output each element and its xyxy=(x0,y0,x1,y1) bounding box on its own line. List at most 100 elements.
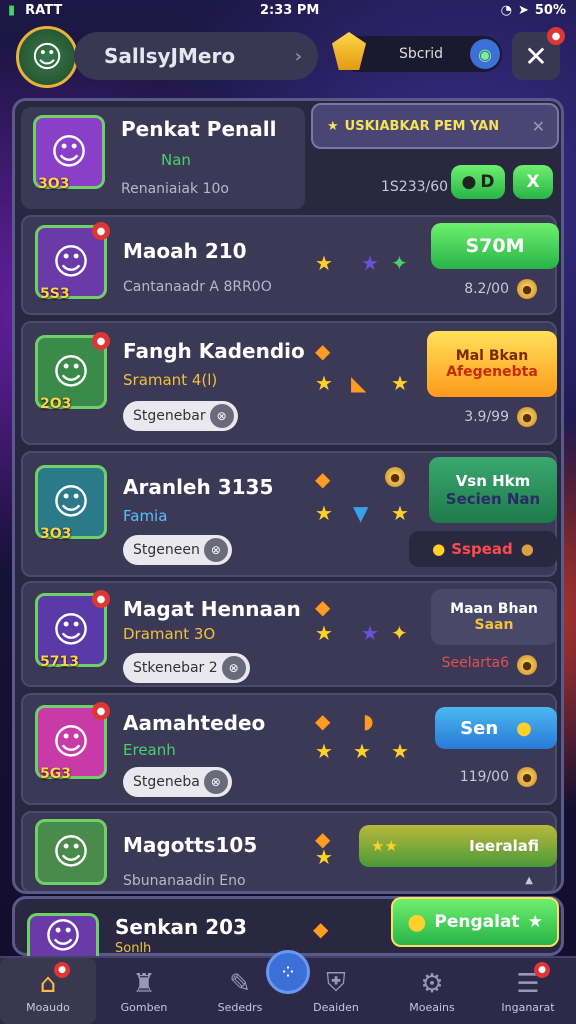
list-item[interactable]: ☺ 2O3 ● Fangh Kadendio Sramant 4(l) Stgene… xyxy=(21,321,557,445)
diamond-icon: ◆ xyxy=(315,467,331,491)
close-icon[interactable]: ✕ xyxy=(532,117,545,136)
notification-badge: ● xyxy=(92,332,110,350)
add-currency-icon[interactable]: ◉ xyxy=(470,39,500,69)
player-avatar[interactable]: ☺ xyxy=(16,26,78,88)
row-right-value: 1S233/60 xyxy=(381,179,449,195)
gear-icon: ⚙ xyxy=(420,968,444,999)
star-icon: ★ xyxy=(391,501,409,525)
player-avatar: ☺ 3O3 xyxy=(33,115,105,192)
button-line-2: Afegenebta xyxy=(446,364,538,380)
gem-icon: ▼ xyxy=(353,501,369,525)
diamond-icon: ◆ xyxy=(313,917,329,941)
coin-icon: ● xyxy=(432,540,446,558)
action-button[interactable]: Sen ● xyxy=(435,707,557,749)
list-item[interactable]: ☺ Magotts105 Sbunanaadin Eno ◆ ★ ★★ Ieer… xyxy=(21,811,557,891)
tag-pill[interactable]: Stgeneba ⊗ xyxy=(123,767,232,797)
star-icon: ★ xyxy=(315,501,333,525)
nav-inganarat[interactable]: ☰ Inganarat ● xyxy=(480,958,576,1024)
button-line-1: Maan Bhan xyxy=(450,601,538,617)
player-subtitle: Sonlh xyxy=(115,941,152,956)
star-icon: ★ xyxy=(353,739,371,763)
star-icon: ★ xyxy=(391,371,409,395)
list-item[interactable]: ☺ 5G3 ● Aamahtedeo Ereanh Stgeneba ⊗ ◆ ◗ ★ … xyxy=(21,693,557,805)
button-line-1: Vsn Hkm xyxy=(455,472,531,490)
coin-icon: ● xyxy=(517,407,537,427)
castle-icon: ♜ xyxy=(132,968,156,999)
center-action-button[interactable]: ⁘ xyxy=(266,950,310,994)
nav-label: Moaudo xyxy=(26,1000,70,1014)
action-button[interactable]: Maan Bhan Saan xyxy=(431,589,557,645)
currency-pill[interactable]: Sbcrid ◉ xyxy=(332,32,502,72)
nav-gomben[interactable]: ♜ Gomben xyxy=(96,958,192,1024)
star-icon: ★ xyxy=(527,912,543,932)
player-subtitle: Ereanh xyxy=(123,741,176,759)
diamond-icon: ◆ xyxy=(315,709,331,733)
notification-badge: ● xyxy=(92,702,110,720)
button-line-2: Saan xyxy=(474,617,514,633)
x-button[interactable]: X xyxy=(513,165,553,199)
action-button[interactable]: ★★ Ieeralafi xyxy=(359,825,557,867)
list-item[interactable]: ☺ 5713 ● Magat Hennaan Dramant 3O Stkeneba… xyxy=(21,581,557,687)
player-note: Sbunanaadin Eno xyxy=(123,873,246,889)
tag-pill[interactable]: Stgenebar ⊗ xyxy=(123,401,238,431)
gem-icon xyxy=(332,32,366,70)
event-banner[interactable]: ★ USKIABKAR PEM YAN ✕ xyxy=(311,103,559,149)
action-button[interactable]: S70M xyxy=(431,223,559,269)
username: SallsyJMero xyxy=(104,44,236,68)
action-button[interactable]: ● Pengalat ★ xyxy=(391,897,559,947)
list-item[interactable]: ☺ Senkan 203 Sonlh ◆ ● Pengalat ★ xyxy=(12,896,564,957)
diamond-icon: ◆ xyxy=(315,339,331,363)
tag-pill[interactable]: Stgeneen ⊗ xyxy=(123,535,232,565)
player-level: 3O3 xyxy=(40,526,72,542)
player-avatar: ☺ xyxy=(27,913,99,957)
player-name: Magotts105 xyxy=(123,833,258,857)
player-name: Penkat Penall xyxy=(121,117,277,141)
grid-icon: ⁘ xyxy=(279,960,297,984)
player-subtitle: Nan xyxy=(161,151,191,169)
notification-badge: ● xyxy=(534,962,550,978)
coin-icon: ● xyxy=(407,909,427,935)
list-item[interactable]: ☺ 3O3 Aranleh 3135 Famia Stgeneen ⊗ ◆ ★ ▼ … xyxy=(21,451,557,577)
tag-pill[interactable]: Stkenebar 2 ⊗ xyxy=(123,653,250,683)
banner-text: USKIABKAR PEM YAN xyxy=(344,118,500,134)
star-icon: ★ xyxy=(361,621,379,645)
star-icon: ✦ xyxy=(391,621,408,645)
nav-home[interactable]: ⌂ Moaudo ● xyxy=(0,958,96,1024)
player-level: 5G3 xyxy=(40,766,71,782)
notification-badge: ● xyxy=(547,27,565,45)
player-note: Cantanaadr A 8RR0O xyxy=(123,279,272,295)
player-level: 5S3 xyxy=(40,286,70,302)
list-item[interactable]: ☺ 3O3 Penkat Penall Nan Renaniaiak 10o xyxy=(21,107,305,209)
row-right-value: 3.9/99 xyxy=(464,409,509,425)
currency-value: Sbcrid xyxy=(398,46,443,62)
player-name: Senkan 203 xyxy=(115,915,247,939)
player-name: Aamahtedeo xyxy=(123,711,266,735)
player-name: Maoah 210 xyxy=(123,239,247,263)
chat-icon: ✎ xyxy=(229,968,251,999)
coin-icon: ● xyxy=(516,717,532,739)
tag-icon: ⊗ xyxy=(221,656,246,680)
carrier: RATT xyxy=(25,2,63,18)
tag-icon: ⊗ xyxy=(209,404,234,428)
action-button[interactable]: Vsn Hkm Secien Nan xyxy=(429,457,557,523)
profile-name-pill[interactable]: SallsyJMero › xyxy=(74,32,318,80)
player-avatar: ☺ 2O3 ● xyxy=(35,332,110,412)
star-icon: ★ xyxy=(391,739,409,763)
close-button[interactable]: ✕ ● xyxy=(512,27,565,80)
player-level: 2O3 xyxy=(40,396,72,412)
action-button[interactable]: Mal Bkan Afegenebta xyxy=(427,331,557,397)
coin-icon: ● xyxy=(517,655,537,675)
star-icon: ★ xyxy=(327,118,339,134)
player-name: Aranleh 3135 xyxy=(123,475,274,499)
d-button[interactable]: ● D xyxy=(451,165,505,199)
list-item[interactable]: ☺ 5S3 ● Maoah 210 Cantanaadr A 8RR0O ★ ★ ✦… xyxy=(21,215,559,315)
star-icon: ★ xyxy=(315,739,333,763)
wifi-icon: ◔ xyxy=(500,2,512,18)
nav-moeains[interactable]: ⚙ Moeains xyxy=(384,958,480,1024)
coin-icon: ● xyxy=(520,540,534,558)
secondary-button[interactable]: ● Sspead ● xyxy=(409,531,557,567)
coin-icon: ● xyxy=(517,279,537,299)
nav-label: Sededrs xyxy=(217,1000,263,1014)
player-avatar: ☺ 5G3 ● xyxy=(35,702,110,782)
row-right-value: 8.2/00 xyxy=(464,281,509,297)
